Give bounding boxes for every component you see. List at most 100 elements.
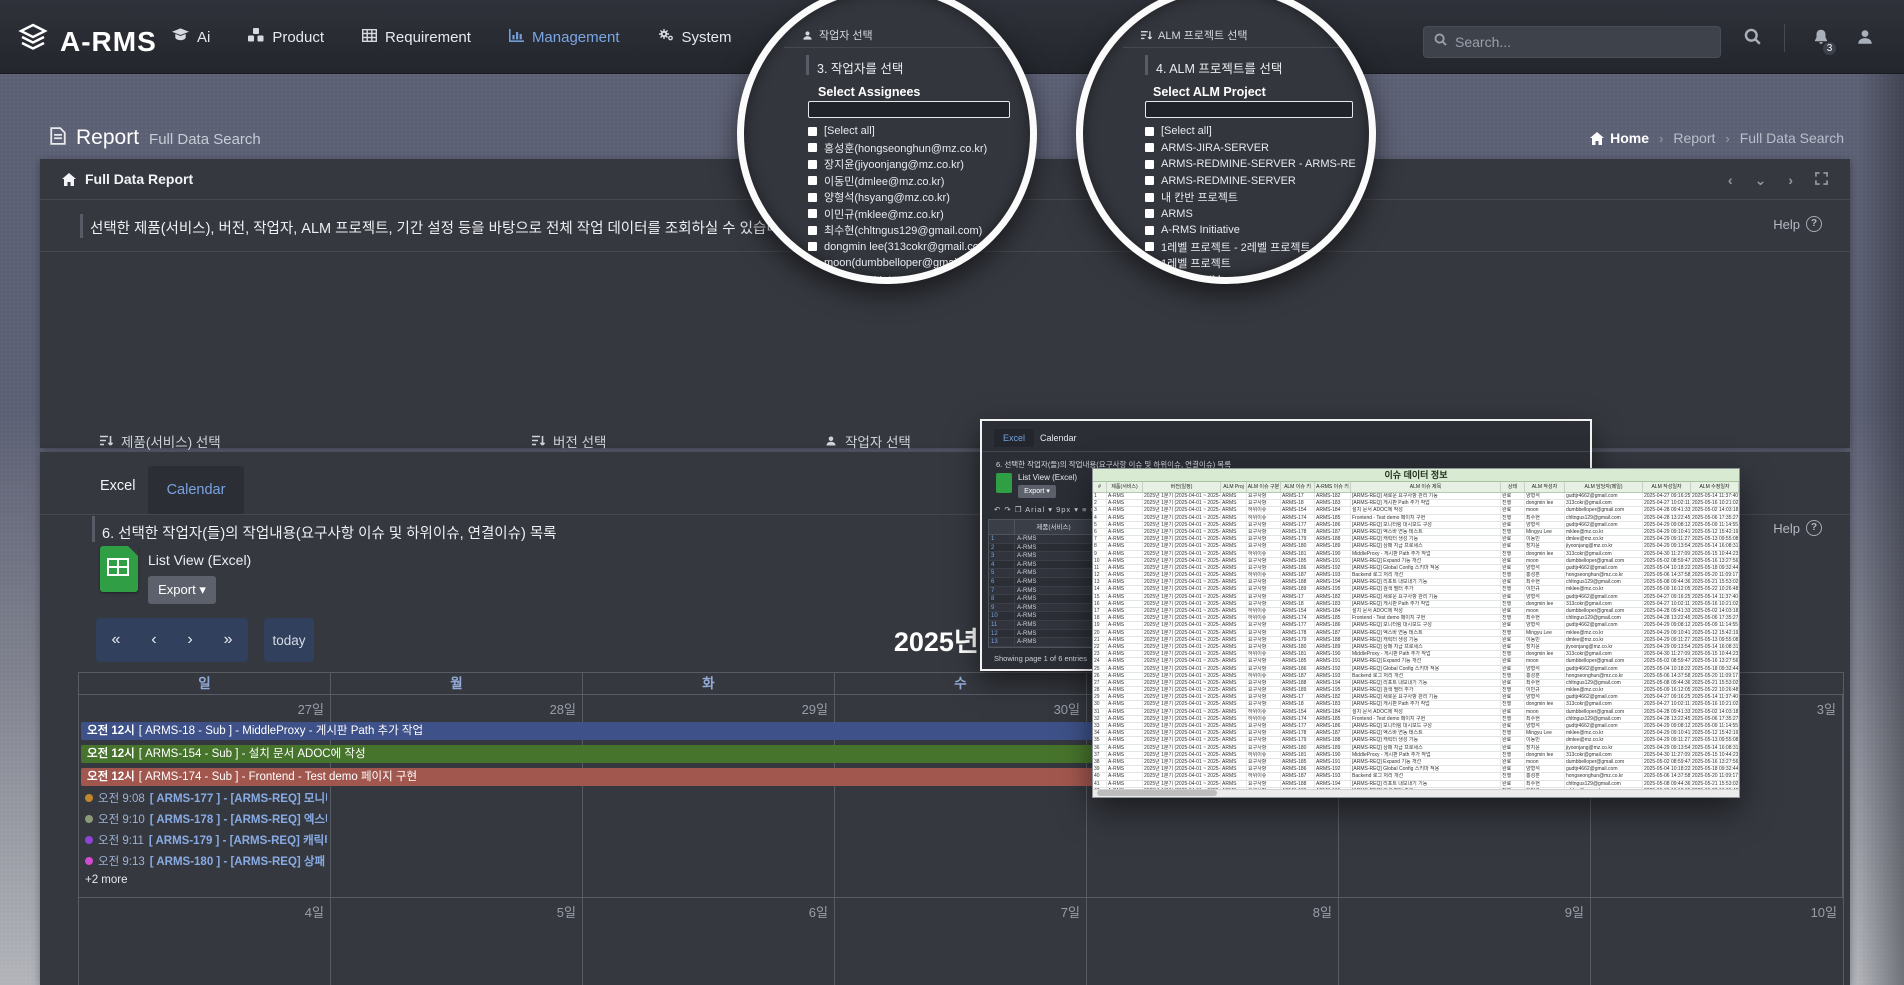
checkbox-icon[interactable] xyxy=(1145,259,1154,268)
lens-option[interactable]: 1레벨 프로젝트 - 2레벨 프로젝트 xyxy=(1145,239,1365,256)
lens-option[interactable]: 내 칸반 프로젝트 xyxy=(1145,189,1365,206)
checkbox-icon[interactable] xyxy=(808,143,817,152)
checkbox-icon[interactable] xyxy=(808,259,817,268)
search-submit-icon[interactable] xyxy=(1744,28,1761,50)
lens-option[interactable]: 1레벨 프로젝트 xyxy=(1145,255,1365,272)
lens-option[interactable]: ARMS-REDMINE-SERVER xyxy=(1145,173,1365,190)
checkbox-icon[interactable] xyxy=(808,226,817,235)
horizontal-scrollbar[interactable] xyxy=(1093,789,1739,797)
expand-icon[interactable] xyxy=(1815,172,1828,187)
sheet-row: 19A-RMS2025년 1분기 (2025-04-01 ~ 2025-06-3… xyxy=(1093,622,1739,629)
tab-calendar[interactable]: Calendar xyxy=(1040,433,1077,443)
calendar-day-cell[interactable]: 9일 xyxy=(1339,898,1591,985)
checkbox-icon[interactable] xyxy=(808,127,817,136)
checkbox-icon[interactable] xyxy=(1145,160,1154,169)
calendar-dot-event[interactable]: 오전 9:10[ ARMS-178 ] - [ARMS-REQ] 엑스바 연 xyxy=(85,808,327,829)
sheet-header-row: #제품(서비스)버전(일정)ALM ProjALM 이슈 구분ALM 이슈 키A… xyxy=(1093,482,1739,493)
sheet-cell: 요구사항 xyxy=(1247,630,1281,636)
checkbox-icon[interactable] xyxy=(1145,193,1154,202)
sheet-cell: ARMS xyxy=(1221,536,1247,542)
sheet-cell: [ARMS-REQ] 새로운 요구사항 관리 기능 xyxy=(1351,493,1501,499)
checkbox-icon[interactable] xyxy=(808,160,817,169)
lens-option[interactable]: 이동민(dmlee@mz.co.kr) xyxy=(808,173,1023,190)
export-button[interactable]: Export ▾ xyxy=(1018,485,1056,498)
help-button[interactable]: Help? xyxy=(1773,520,1822,536)
tab-calendar[interactable]: Calendar xyxy=(148,466,244,514)
sheet-cell: 완료 xyxy=(1501,759,1525,765)
breadcrumb-home[interactable]: Home xyxy=(1590,130,1649,146)
notifications-button[interactable]: 3 xyxy=(1812,28,1830,51)
calendar-day-header: 수 xyxy=(835,673,1087,694)
checkbox-icon[interactable] xyxy=(808,176,817,185)
sheet-cell: A-RMS xyxy=(1107,716,1143,722)
sheet-cell: ARMS-174 xyxy=(1281,615,1315,621)
tab-excel[interactable]: Excel xyxy=(100,478,135,494)
nav-item-ai[interactable]: Ai xyxy=(172,28,210,46)
sheet-cell: 하위이슈 xyxy=(1247,551,1281,557)
lens-option[interactable]: 최수현(chltngus129@gmail.com) xyxy=(808,222,1023,239)
calendar-day-cell[interactable]: 8일 xyxy=(1087,898,1339,985)
calendar-day-cell[interactable]: 6일 xyxy=(583,898,835,985)
brand[interactable]: A-RMS xyxy=(16,22,157,61)
nav-item-product[interactable]: Product xyxy=(248,28,324,46)
sheet-cell: A-RMS xyxy=(1107,558,1143,564)
user-menu-button[interactable] xyxy=(1856,28,1874,51)
help-question-icon: ? xyxy=(1806,216,1822,232)
checkbox-icon[interactable] xyxy=(808,209,817,218)
lens-option[interactable]: 홍성훈(hongseonghun@mz.co.kr) xyxy=(808,140,1023,157)
collapse-right-icon[interactable]: › xyxy=(1788,173,1793,187)
more-events-link[interactable]: +2 more xyxy=(85,874,327,886)
nav-item-requirement[interactable]: Requirement xyxy=(362,29,471,46)
calendar-dot-event[interactable]: 오전 9:11[ ARMS-179 ] - [ARMS-REQ] 캐릭터 생 xyxy=(85,829,327,850)
help-button[interactable]: Help? xyxy=(1773,216,1822,232)
lens-filter-input[interactable] xyxy=(808,101,1010,118)
collapse-down-icon[interactable]: ⌄ xyxy=(1755,173,1767,187)
sheet-row: 29A-RMS2025년 1분기 (2025-04-01 ~ 2025-06-3… xyxy=(1093,694,1739,701)
lens-option[interactable]: 양형석(hsyang@mz.co.kr) xyxy=(808,189,1023,206)
nav-item-system[interactable]: System xyxy=(658,28,732,46)
calendar-day-cell[interactable]: 5일 xyxy=(331,898,583,985)
lens-option[interactable]: moon(dumbbelloper@gmail.com) xyxy=(808,255,1023,272)
checkbox-icon[interactable] xyxy=(1145,176,1154,185)
checkbox-icon[interactable] xyxy=(1145,143,1154,152)
lens-option[interactable]: ARMS-JIRA-SERVER xyxy=(1145,140,1365,157)
sheet-row: 3A-RMS2025년 1분기 (2025-04-01 ~ 2025-06-3A… xyxy=(1093,507,1739,514)
sheet-cell: ARMS xyxy=(1221,572,1247,578)
calendar-day-cell[interactable]: 4일 xyxy=(79,898,331,985)
sheet-cell: 완료 xyxy=(1501,507,1525,513)
calendar-day-cell[interactable]: 7일 xyxy=(835,898,1087,985)
sheet-cell: moon xyxy=(1525,759,1565,765)
sheet-cell: ARMS-185 xyxy=(1281,759,1315,765)
lens-filter-input[interactable] xyxy=(1145,101,1353,118)
lens-option[interactable]: 장지윤(jiyoonjang@mz.co.kr) xyxy=(808,156,1023,173)
export-button[interactable]: Export ▾ xyxy=(148,576,216,604)
collapse-left-icon[interactable]: ‹ xyxy=(1728,173,1733,187)
nav-item-management[interactable]: Management xyxy=(509,29,620,46)
scrollbar-up-icon[interactable]: ▲ xyxy=(1028,146,1037,156)
search-input[interactable] xyxy=(1455,34,1710,50)
sheet-cell: A-RMS xyxy=(1107,737,1143,743)
calendar-dot-event[interactable]: 오전 9:13[ ARMS-180 ] - [ARMS-REQ] 상패 지급 xyxy=(85,850,327,871)
sheet-cell: 진행 xyxy=(1501,730,1525,736)
lens-option[interactable]: A-RMS Initiative xyxy=(1145,222,1365,239)
checkbox-icon[interactable] xyxy=(1145,209,1154,218)
sheet-cell: dumbbelloper@gmail.com xyxy=(1565,558,1643,564)
lens-option[interactable]: ARMS-REDMINE-SERVER - ARMS-RE xyxy=(1145,156,1365,173)
sheet-cell: dongmin lee xyxy=(1525,500,1565,506)
checkbox-icon[interactable] xyxy=(1145,127,1154,136)
lens-option[interactable]: 이민규(mklee@mz.co.kr) xyxy=(808,206,1023,223)
lens-option[interactable]: [Select all] xyxy=(808,123,1023,140)
lens-option[interactable]: dongmin lee(313cokr@gmail.com) xyxy=(808,239,1023,256)
lens-option[interactable]: [Select all] xyxy=(1145,123,1365,140)
checkbox-icon[interactable] xyxy=(808,193,817,202)
tab-excel[interactable]: Excel xyxy=(994,429,1034,447)
lens-option[interactable]: ARMS xyxy=(1145,206,1365,223)
sheet-cell: 하위이슈 xyxy=(1247,673,1281,679)
checkbox-icon[interactable] xyxy=(1145,242,1154,251)
calendar-dot-event[interactable]: 오전 9:08[ ARMS-177 ] - [ARMS-REQ] 모니터링 xyxy=(85,787,327,808)
checkbox-icon[interactable] xyxy=(808,242,817,251)
calendar-day-cell[interactable]: 10일 xyxy=(1591,898,1843,985)
checkbox-icon[interactable] xyxy=(1145,226,1154,235)
breadcrumb-report[interactable]: Report xyxy=(1673,130,1715,146)
scrollbar-up-icon[interactable]: ▲ xyxy=(1367,146,1376,156)
